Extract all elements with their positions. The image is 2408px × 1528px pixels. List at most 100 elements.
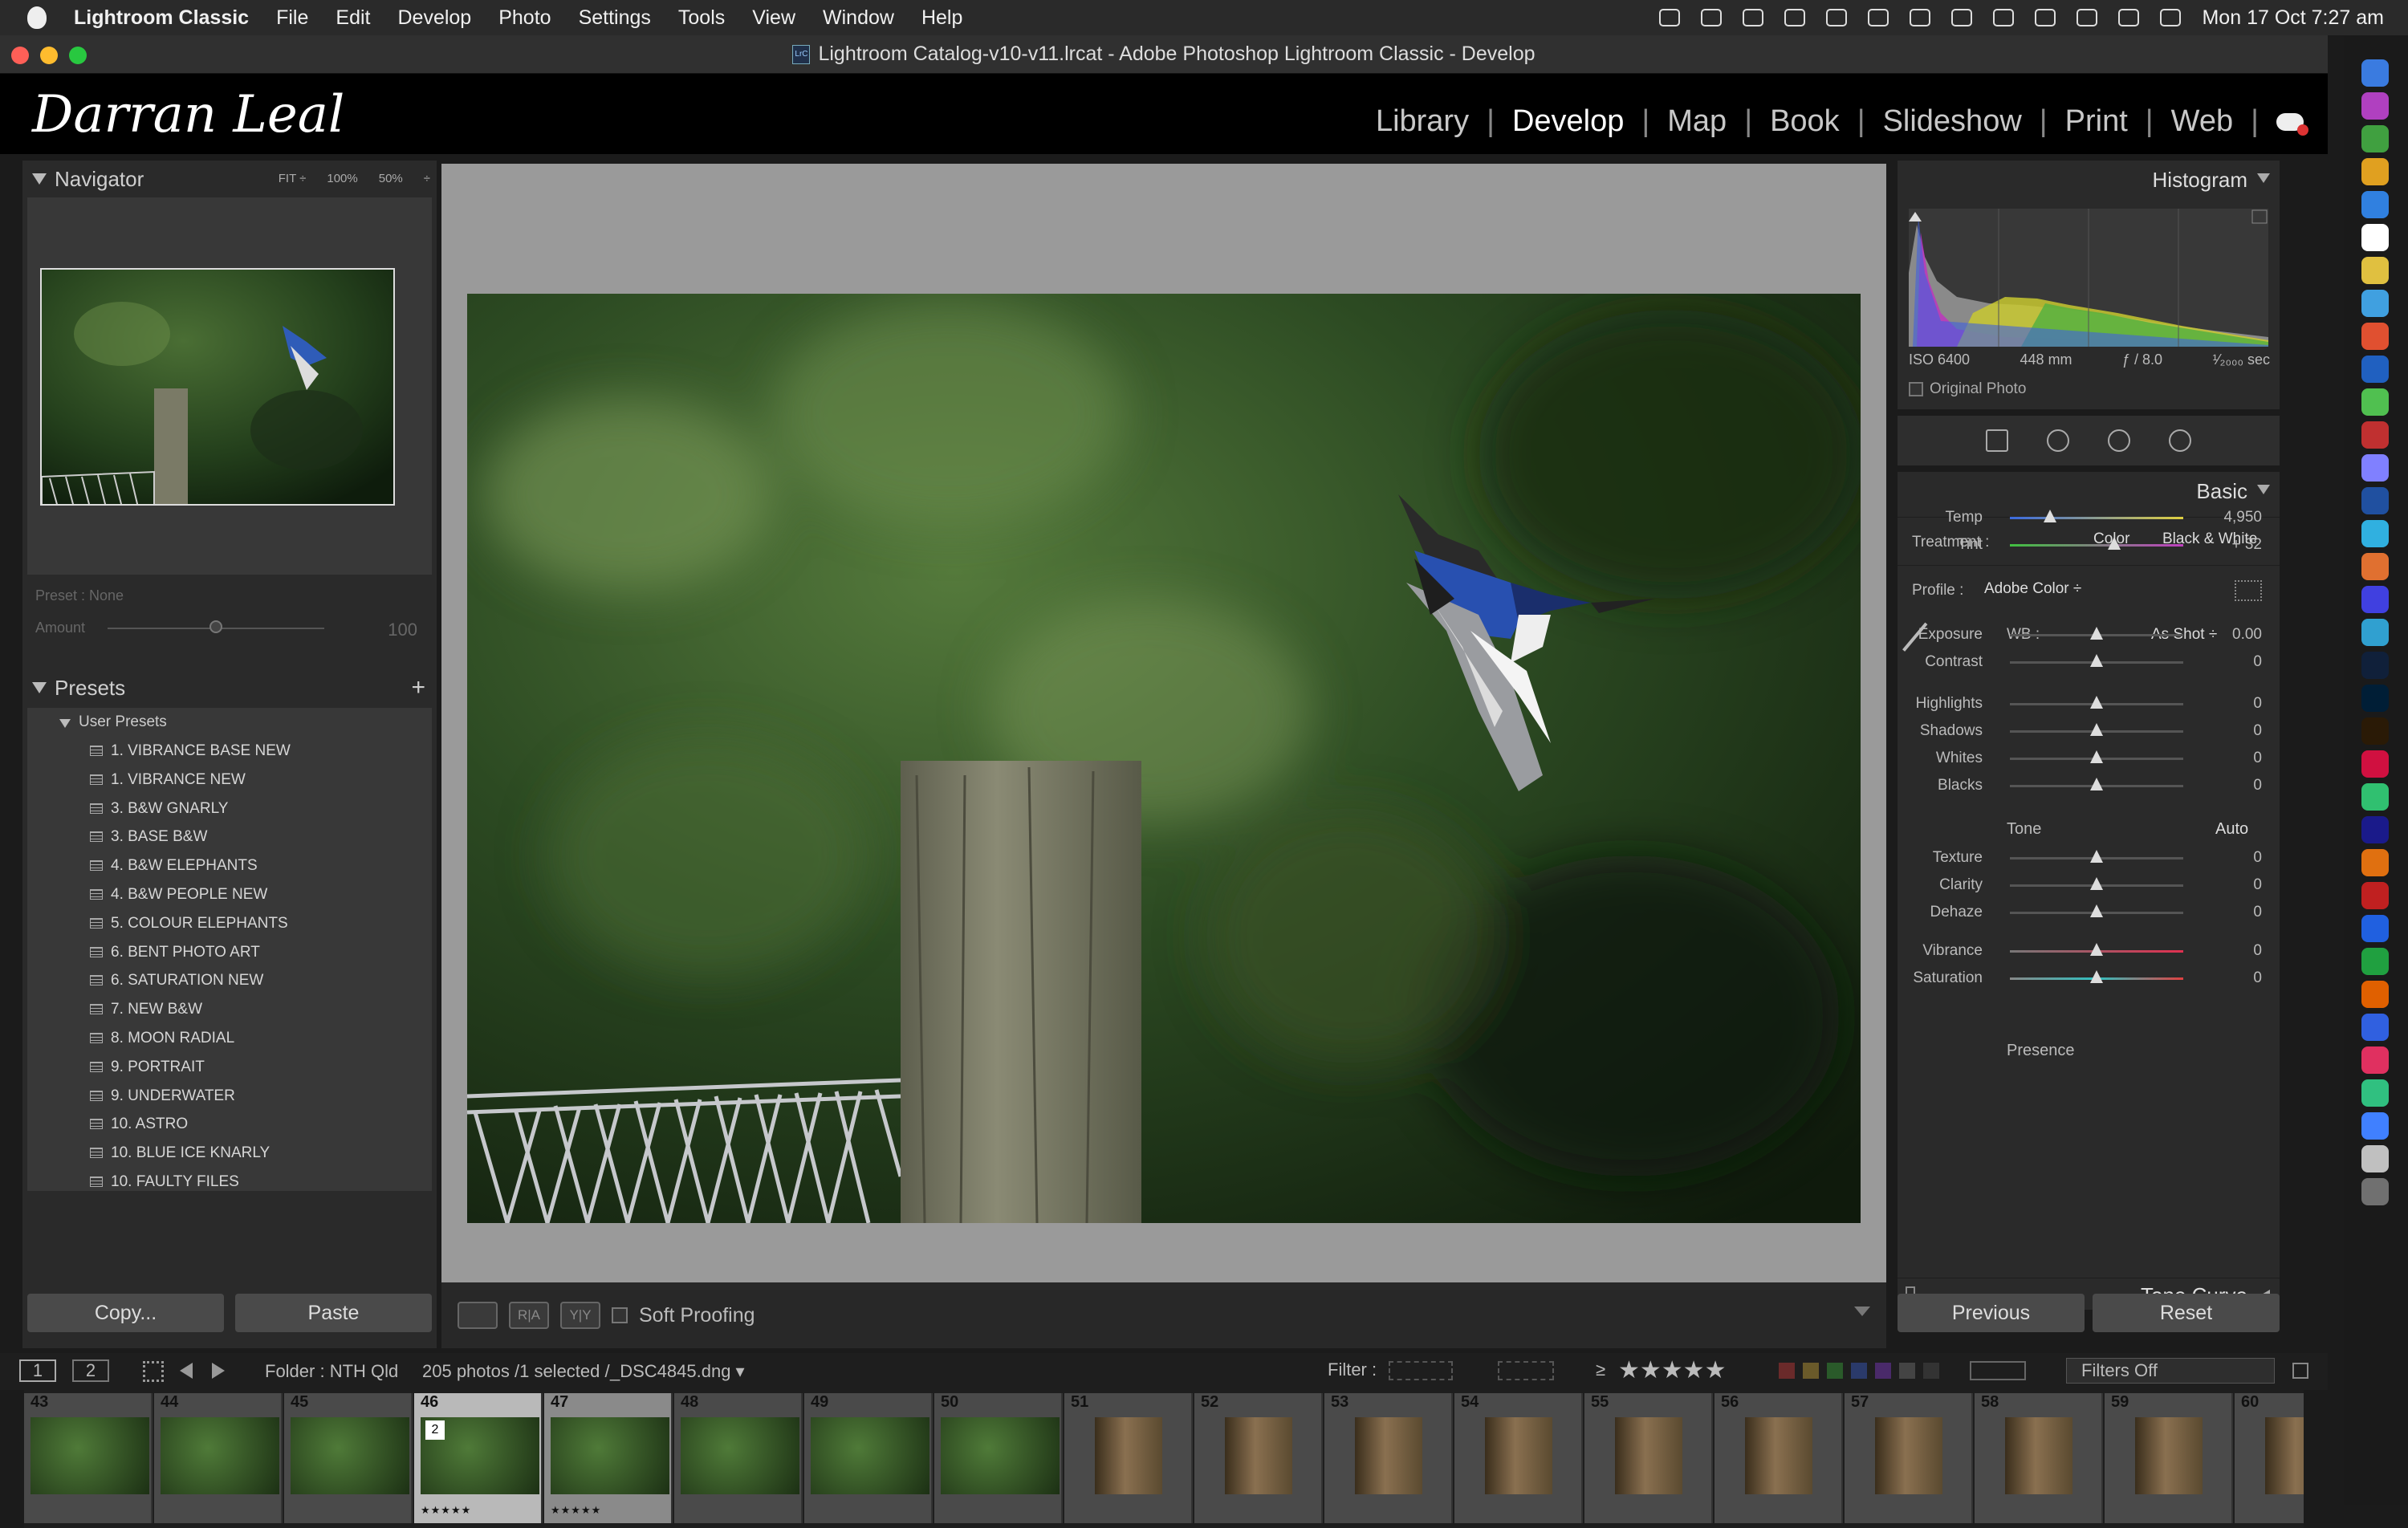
slider-track[interactable] — [2010, 943, 2183, 956]
slider-value[interactable]: 0 — [2253, 942, 2262, 960]
filmstrip-cell[interactable]: 51 — [1064, 1393, 1193, 1523]
slider-value[interactable]: 0 — [2253, 750, 2262, 767]
amount-slider[interactable] — [108, 620, 324, 633]
slider-value[interactable]: 0 — [2253, 849, 2262, 867]
dock-app-icon[interactable] — [2361, 323, 2389, 350]
collapse-triangle-icon[interactable] — [2257, 173, 2270, 183]
dock-app-icon[interactable] — [2361, 257, 2389, 284]
slider-value[interactable]: + 32 — [2231, 536, 2262, 554]
slider-value[interactable]: 0 — [2253, 969, 2262, 987]
filmstrip-cell[interactable]: 50 — [934, 1393, 1063, 1523]
dock-app-icon[interactable] — [2361, 487, 2389, 514]
color-label-filter[interactable] — [1779, 1363, 1939, 1379]
navigator-thumbnail[interactable] — [40, 268, 395, 506]
wifi-icon[interactable] — [1910, 9, 1931, 26]
kind-filter-icon[interactable] — [1970, 1361, 2026, 1380]
menu-file[interactable]: File — [276, 6, 308, 30]
photo-thumbnail[interactable] — [291, 1417, 409, 1494]
dock-app-icon[interactable] — [2361, 388, 2389, 416]
siri-icon[interactable] — [2160, 9, 2182, 26]
preset-item[interactable]: 10. BLUE ICE KNARLY — [27, 1139, 432, 1168]
dock-app-icon[interactable] — [2361, 158, 2389, 185]
slider-knob[interactable] — [2090, 970, 2103, 983]
dock-app-icon[interactable] — [2361, 520, 2389, 547]
menu-develop[interactable]: Develop — [397, 6, 471, 30]
filmstrip-cell[interactable]: 53 — [1324, 1393, 1453, 1523]
creative-cloud-icon[interactable] — [1659, 9, 1681, 26]
dock-app-icon[interactable] — [2361, 882, 2389, 909]
module-slideshow[interactable]: Slideshow — [1865, 104, 2040, 139]
module-develop[interactable]: Develop — [1495, 104, 1641, 139]
slider-track[interactable] — [2010, 654, 2183, 667]
slider-knob[interactable] — [2090, 877, 2103, 890]
preset-item[interactable]: 10. ASTRO — [27, 1110, 432, 1139]
slider-knob[interactable] — [2090, 778, 2103, 790]
filmstrip-cell[interactable]: 56 — [1714, 1393, 1843, 1523]
collapse-triangle-icon[interactable] — [2257, 485, 2270, 494]
volume-icon[interactable] — [1784, 9, 1806, 26]
dock-app-icon[interactable] — [2361, 1145, 2389, 1172]
flag-filter-icon[interactable] — [1389, 1361, 1453, 1380]
slider-value[interactable]: 0 — [2253, 722, 2262, 740]
slider-knob[interactable] — [2107, 537, 2121, 550]
dock-app-icon[interactable] — [2361, 224, 2389, 251]
basic-header[interactable]: Basic — [1898, 472, 2280, 510]
slider-track[interactable] — [2010, 750, 2183, 763]
photo-thumbnail[interactable] — [1745, 1417, 1812, 1494]
slider-knob[interactable] — [2090, 943, 2103, 956]
filmstrip-cell[interactable]: 59 — [2105, 1393, 2233, 1523]
crop-overlay-icon[interactable] — [1986, 429, 2008, 452]
photo-thumbnail[interactable] — [1485, 1417, 1552, 1494]
amount-slider-knob[interactable] — [209, 620, 222, 633]
folder-expand-icon[interactable] — [59, 719, 71, 728]
slider-track[interactable] — [2010, 723, 2183, 736]
menu-clock[interactable]: Mon 17 Oct 7:27 am — [2202, 6, 2384, 30]
slider-value[interactable]: 0 — [2253, 904, 2262, 921]
dock-app-icon[interactable] — [2361, 1079, 2389, 1107]
dock-app-icon[interactable] — [2361, 191, 2389, 218]
time-machine-icon[interactable] — [2035, 9, 2056, 26]
paste-settings-button[interactable]: Paste — [235, 1294, 432, 1332]
dock-app-icon[interactable] — [2361, 652, 2389, 679]
histogram-header[interactable]: Histogram — [1898, 161, 2280, 199]
photo-thumbnail[interactable] — [2005, 1417, 2072, 1494]
preset-item[interactable]: 6. BENT PHOTO ART — [27, 938, 432, 967]
dock-app-icon[interactable] — [2361, 454, 2389, 482]
original-photo-toggle[interactable]: Original Photo — [1909, 380, 2026, 398]
next-photo-icon[interactable] — [212, 1363, 225, 1379]
menu-tools[interactable]: Tools — [678, 6, 725, 30]
user-icon[interactable] — [1951, 9, 1973, 26]
slider-knob[interactable] — [2090, 904, 2103, 917]
preset-item[interactable]: 10. FAULTY FILES — [27, 1168, 432, 1191]
dock-app-icon[interactable] — [2361, 290, 2389, 317]
photo-thumbnail[interactable] — [681, 1417, 799, 1494]
slider-track[interactable] — [2010, 778, 2183, 790]
before-after-button[interactable]: R|A — [509, 1302, 549, 1329]
control-center-icon[interactable] — [2118, 9, 2140, 26]
filename-dropdown[interactable]: _DSC4845.dng ▾ — [610, 1361, 745, 1382]
loupe-view-button[interactable] — [458, 1302, 498, 1329]
preset-item[interactable]: 4. B&W PEOPLE NEW — [27, 880, 432, 909]
dock-app-icon[interactable] — [2361, 685, 2389, 712]
dock-app-icon[interactable] — [2361, 849, 2389, 876]
dock-app-icon[interactable] — [2361, 750, 2389, 778]
filmstrip-cell[interactable]: 54 — [1454, 1393, 1583, 1523]
slider-track[interactable] — [2010, 904, 2183, 917]
dock-app-icon[interactable] — [2361, 1014, 2389, 1041]
photo-thumbnail[interactable] — [2135, 1417, 2203, 1494]
grid-view-icon[interactable] — [143, 1361, 164, 1382]
photo-thumbnail[interactable] — [31, 1417, 149, 1494]
slider-track[interactable] — [2010, 510, 2183, 522]
before-after-split-button[interactable]: Y|Y — [560, 1302, 600, 1329]
healing-brush-icon[interactable] — [2047, 429, 2069, 452]
close-window-button[interactable] — [11, 47, 29, 64]
slider-knob[interactable] — [2090, 627, 2103, 640]
slider-knob[interactable] — [2043, 510, 2056, 522]
add-preset-button[interactable]: + — [411, 674, 425, 701]
filmstrip-cell[interactable]: 43 — [24, 1393, 153, 1523]
filmstrip-cell[interactable]: 58 — [1975, 1393, 2103, 1523]
preset-folder-user[interactable]: User Presets — [27, 708, 432, 737]
module-book[interactable]: Book — [1752, 104, 1857, 139]
collapse-triangle-icon[interactable] — [32, 682, 47, 693]
original-photo-checkbox[interactable] — [1909, 382, 1923, 396]
